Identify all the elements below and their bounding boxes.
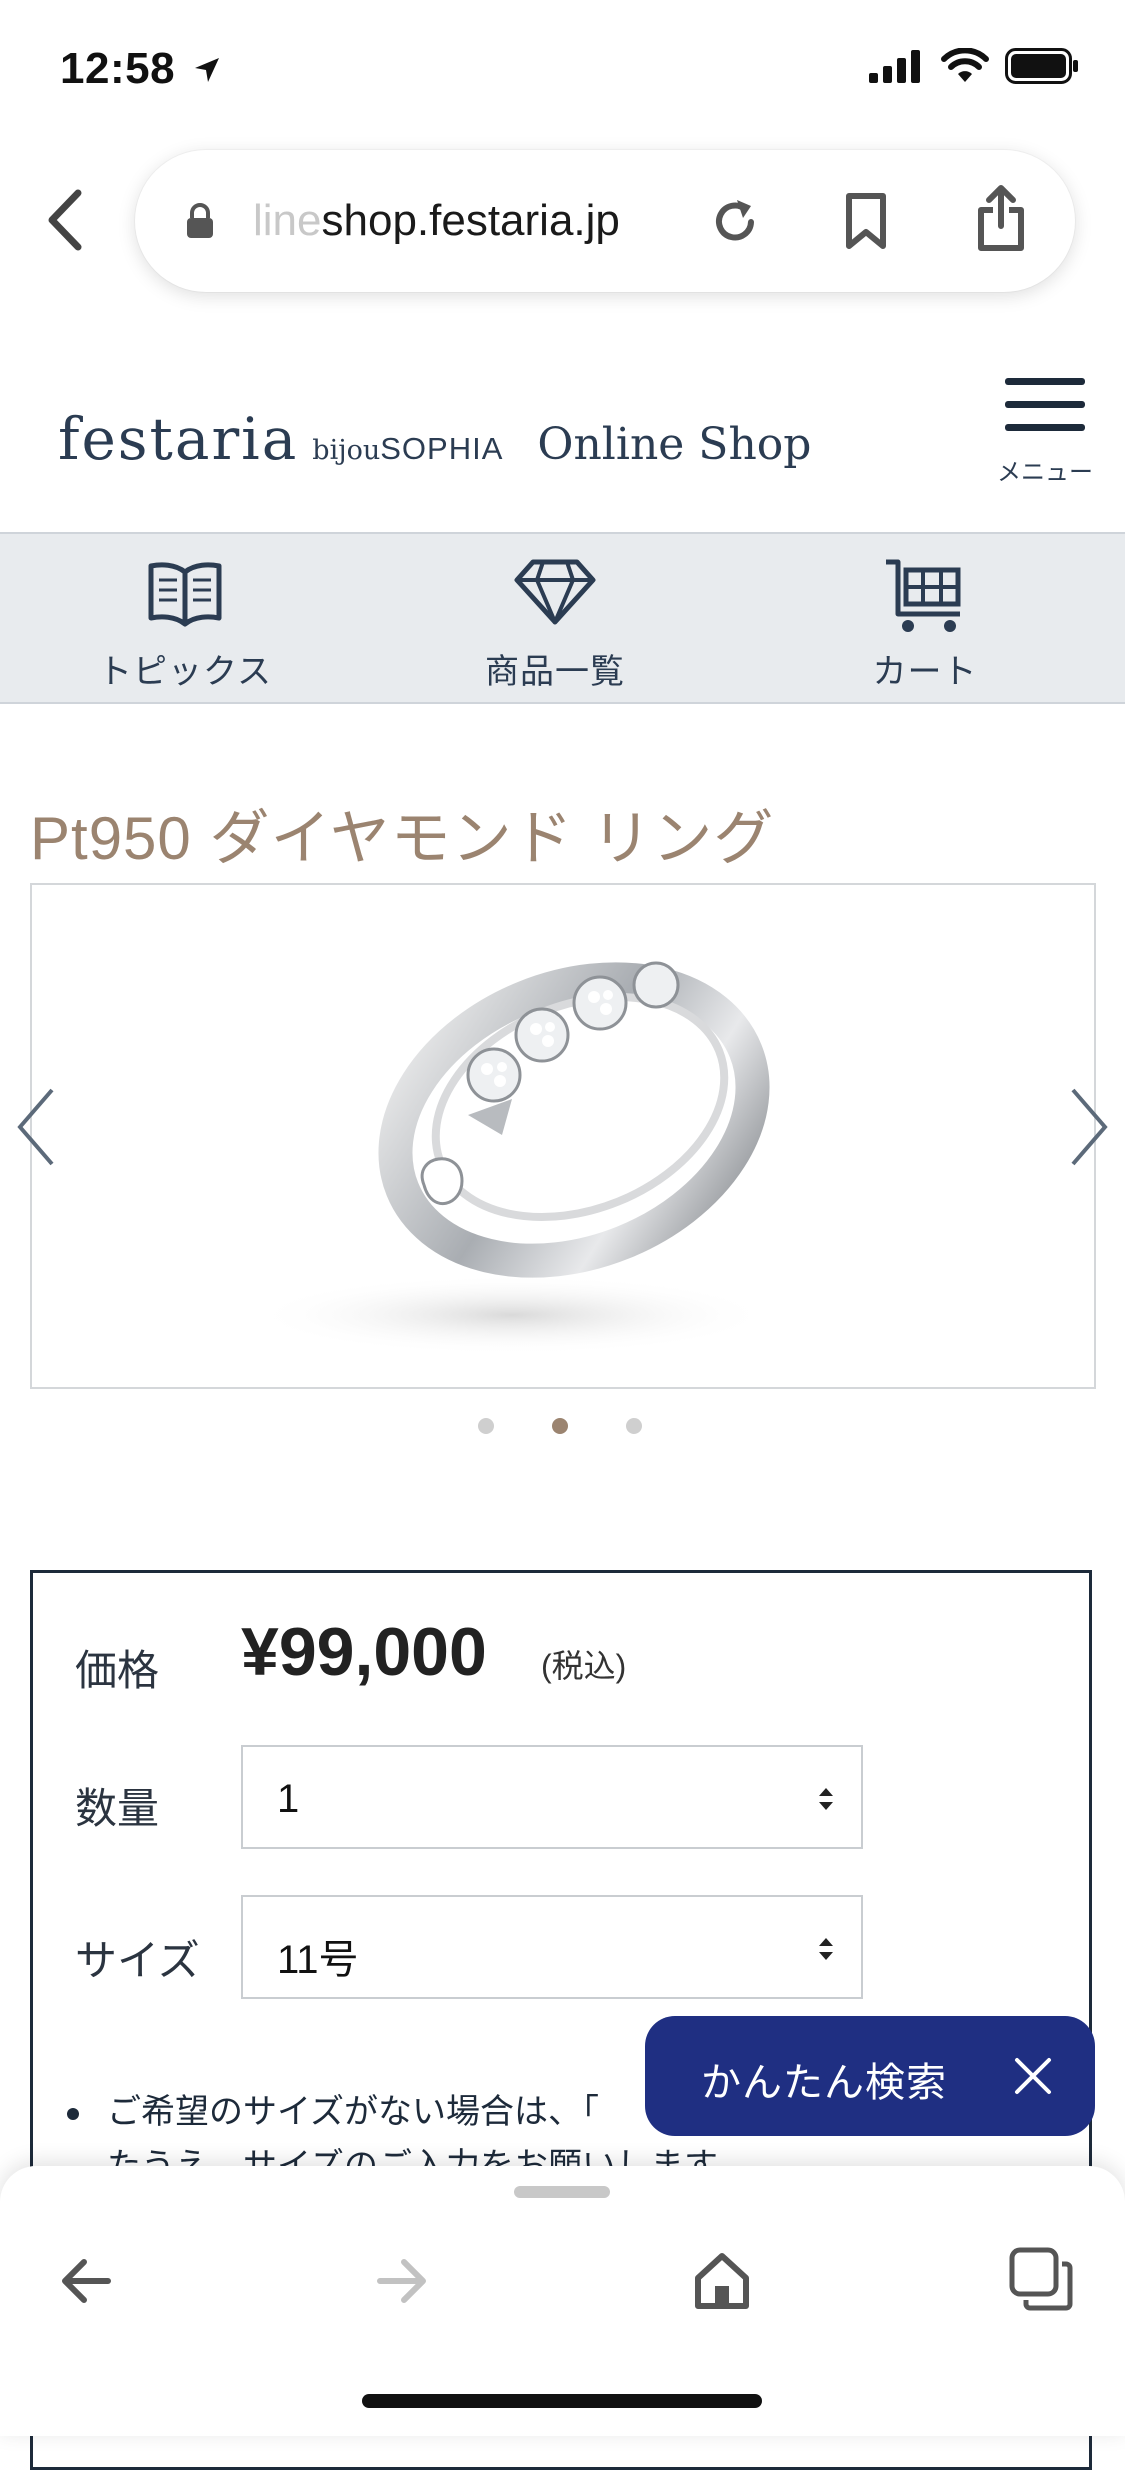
quick-search-button[interactable]: かんたん検索 xyxy=(645,2016,1095,2136)
logo-bijou: bijou xyxy=(312,435,381,466)
quick-search-label: かんたん検索 xyxy=(701,2061,947,2105)
location-arrow-icon xyxy=(194,58,219,82)
back-arrow-icon[interactable] xyxy=(58,2256,114,2306)
size-select-value: 11号 xyxy=(277,1938,359,1982)
nav-label-products: 商品一覧 xyxy=(485,653,625,691)
hamburger-icon xyxy=(1005,378,1085,431)
share-icon[interactable] xyxy=(973,184,1029,254)
browser-toolbar xyxy=(0,2166,1125,2436)
size-select[interactable]: 11号 xyxy=(241,1895,863,1999)
tabs-icon[interactable] xyxy=(1008,2246,1074,2312)
url-main-part: shop.festaria.jp xyxy=(321,196,620,245)
tax-note: (税込) xyxy=(541,1648,627,1684)
status-time: 12:58 xyxy=(60,44,222,94)
logo-sophia: SOPHIA xyxy=(380,431,504,466)
forward-arrow-icon[interactable] xyxy=(374,2256,430,2306)
nav-item-cart[interactable]: カート xyxy=(775,534,1075,702)
price-label: 価格 xyxy=(75,1647,160,1694)
product-image-gallery[interactable] xyxy=(30,883,1096,1389)
cellular-signal-icon xyxy=(869,50,920,83)
status-indicators xyxy=(869,48,1079,84)
select-updown-icon xyxy=(819,1788,833,1810)
book-icon xyxy=(148,562,222,627)
gallery-dot[interactable] xyxy=(478,1418,494,1434)
url-text[interactable]: lineshop.festaria.jp xyxy=(253,196,620,246)
status-time-text: 12:58 xyxy=(60,44,176,93)
bookmark-icon[interactable] xyxy=(843,192,889,250)
battery-icon xyxy=(1005,48,1078,84)
cart-icon xyxy=(886,559,961,632)
product-title: Pt950 ダイヤモンド リング xyxy=(30,805,775,872)
toolbar-grabber[interactable] xyxy=(514,2186,610,2198)
menu-button[interactable]: メニュー xyxy=(995,372,1095,486)
logo-festaria: festaria xyxy=(58,405,299,473)
category-nav: トピックス 商品一覧 カート xyxy=(0,532,1125,704)
size-note-line1: ご希望のサイズがない場合は、「 xyxy=(107,2093,599,2131)
wifi-icon xyxy=(941,48,989,82)
nav-label-cart: カート xyxy=(872,653,978,691)
address-bar[interactable]: lineshop.festaria.jp xyxy=(135,150,1075,292)
quantity-label: 数量 xyxy=(75,1785,160,1832)
gallery-pagination xyxy=(478,1418,642,1434)
gallery-dot-active[interactable] xyxy=(552,1418,568,1434)
nav-item-products[interactable]: 商品一覧 xyxy=(405,534,705,702)
nav-label-topics: トピックス xyxy=(98,653,272,691)
close-icon[interactable] xyxy=(1013,2056,1053,2096)
gallery-next-arrow-icon[interactable] xyxy=(1063,1082,1113,1172)
price-value: ¥99,000 xyxy=(241,1614,487,1690)
url-faded-part: line xyxy=(253,196,322,245)
gallery-dot[interactable] xyxy=(626,1418,642,1434)
note-bullet xyxy=(67,2108,79,2121)
diamond-icon xyxy=(514,559,596,625)
logo-online-shop: Online Shop xyxy=(537,419,812,470)
home-icon[interactable] xyxy=(692,2250,752,2310)
product-ring-image xyxy=(252,961,772,1355)
gallery-prev-arrow-icon[interactable] xyxy=(12,1082,62,1172)
size-label: サイズ xyxy=(75,1937,200,1984)
lock-icon xyxy=(187,203,213,238)
quantity-select[interactable]: 1 xyxy=(241,1745,863,1849)
select-updown-icon xyxy=(819,1938,833,1960)
browser-back-chevron-icon[interactable] xyxy=(40,185,90,255)
menu-label: メニュー xyxy=(997,459,1093,486)
reload-icon[interactable] xyxy=(707,194,763,250)
home-indicator[interactable] xyxy=(362,2394,762,2408)
nav-item-topics[interactable]: トピックス xyxy=(35,534,335,702)
quantity-select-value: 1 xyxy=(277,1777,300,1821)
site-logo[interactable]: festaria bijouSOPHIA Online Shop xyxy=(58,405,811,473)
